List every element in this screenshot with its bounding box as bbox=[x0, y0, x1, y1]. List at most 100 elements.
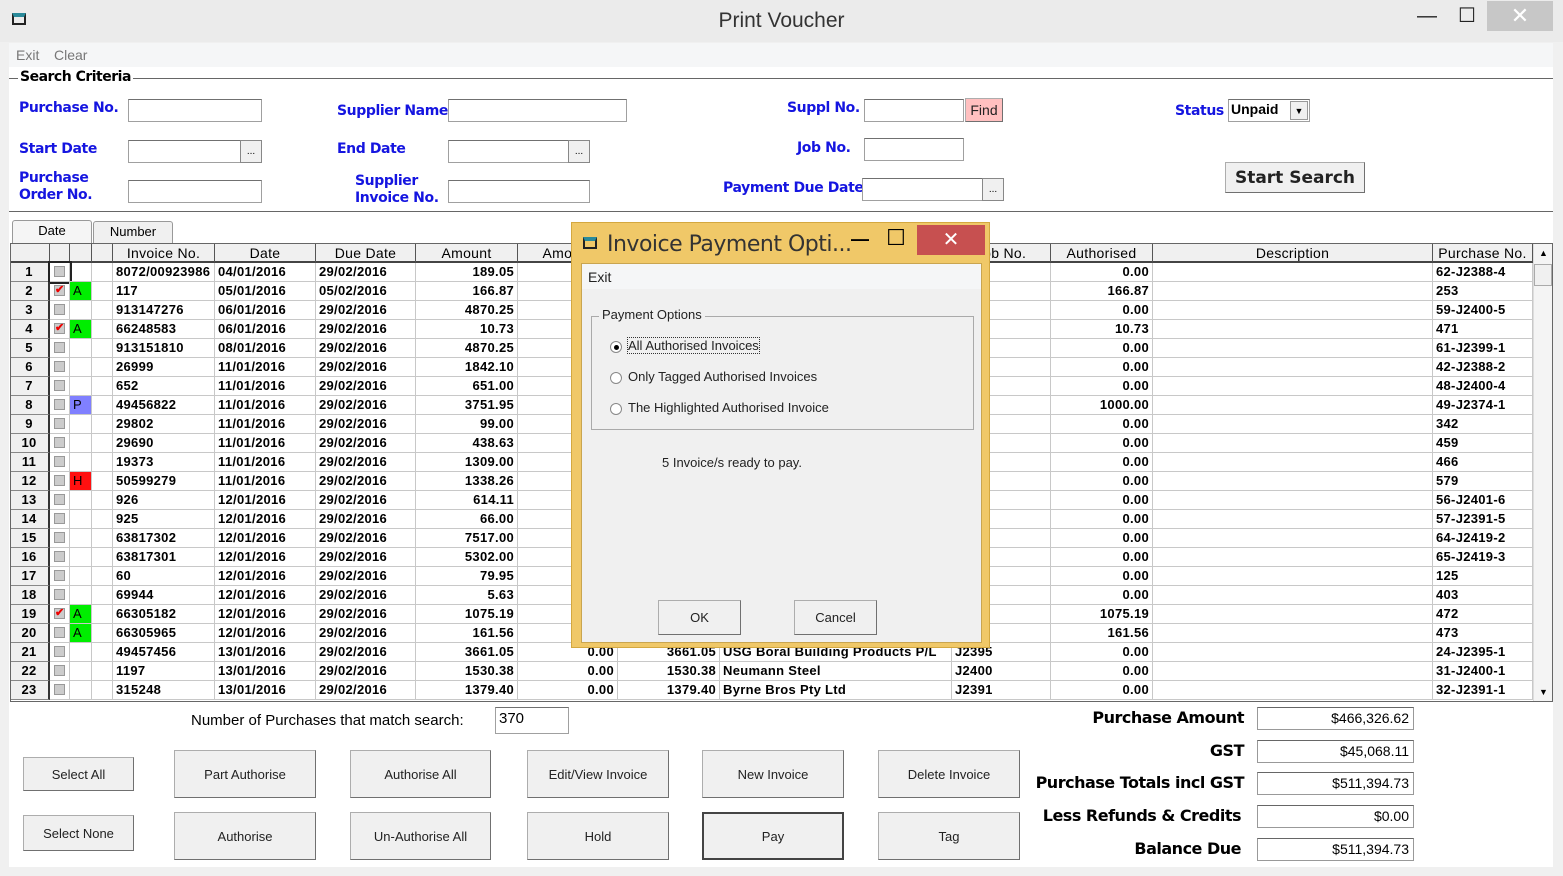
row-number[interactable]: 6 bbox=[11, 358, 50, 377]
grid-cell-inv[interactable]: 8072/00923986 bbox=[113, 263, 215, 282]
grid-cell-desc[interactable] bbox=[1153, 624, 1433, 643]
grid-cell-date[interactable]: 11/01/2016 bbox=[215, 396, 316, 415]
grid-cell-desc[interactable] bbox=[1153, 301, 1433, 320]
grid-cell-a2[interactable]: 0.00 bbox=[518, 681, 618, 700]
grid-cell-desc[interactable] bbox=[1153, 358, 1433, 377]
grid-cell-date[interactable]: 12/01/2016 bbox=[215, 567, 316, 586]
row-number[interactable]: 9 bbox=[11, 415, 50, 434]
grid-cell-inv[interactable]: 913151810 bbox=[113, 339, 215, 358]
grid-cell-inv[interactable]: 49456822 bbox=[113, 396, 215, 415]
row-number[interactable]: 15 bbox=[11, 529, 50, 548]
grid-cell-date[interactable]: 12/01/2016 bbox=[215, 491, 316, 510]
tag-checkbox[interactable] bbox=[54, 665, 65, 676]
grid-cell-desc[interactable] bbox=[1153, 472, 1433, 491]
payment-option-radio[interactable] bbox=[610, 372, 622, 384]
grid-cell-due[interactable]: 29/02/2016 bbox=[316, 453, 416, 472]
menu-clear[interactable]: Clear bbox=[54, 47, 87, 63]
row-number[interactable]: 11 bbox=[11, 453, 50, 472]
grid-cell-amt[interactable]: 1530.38 bbox=[416, 662, 518, 681]
start-search-button[interactable]: Start Search bbox=[1225, 162, 1365, 193]
tag-cell[interactable] bbox=[50, 282, 70, 301]
grid-cell-inv[interactable]: 49457456 bbox=[113, 643, 215, 662]
hold-button[interactable]: Hold bbox=[527, 812, 669, 860]
tag-cell[interactable] bbox=[50, 491, 70, 510]
select-all-button[interactable]: Select All bbox=[23, 757, 134, 791]
grid-cell-amt[interactable]: 5302.00 bbox=[416, 548, 518, 567]
tag-checkbox[interactable] bbox=[54, 605, 65, 622]
grid-cell-desc[interactable] bbox=[1153, 548, 1433, 567]
tag-cell[interactable] bbox=[50, 548, 70, 567]
tag-checkbox[interactable] bbox=[54, 342, 65, 353]
grid-cell-po[interactable]: 32-J2391-1 bbox=[1433, 681, 1533, 700]
tag-checkbox[interactable] bbox=[54, 304, 65, 315]
column-header[interactable]: Date bbox=[215, 244, 316, 263]
grid-cell-amt[interactable]: 1075.19 bbox=[416, 605, 518, 624]
row-number[interactable]: 18 bbox=[11, 586, 50, 605]
grid-cell-inv[interactable]: 60 bbox=[113, 567, 215, 586]
ok-button[interactable]: OK bbox=[658, 600, 741, 635]
dialog-menu-exit[interactable]: Exit bbox=[588, 269, 611, 285]
grid-cell-date[interactable]: 11/01/2016 bbox=[215, 472, 316, 491]
grid-cell-due[interactable]: 29/02/2016 bbox=[316, 586, 416, 605]
grid-cell-inv[interactable]: 63817302 bbox=[113, 529, 215, 548]
grid-cell-inv[interactable]: 1197 bbox=[113, 662, 215, 681]
grid-cell-inv[interactable]: 69944 bbox=[113, 586, 215, 605]
grid-cell-date[interactable]: 11/01/2016 bbox=[215, 453, 316, 472]
grid-cell-auth[interactable]: 0.00 bbox=[1051, 415, 1153, 434]
grid-cell-po[interactable]: 471 bbox=[1433, 320, 1533, 339]
purchase-no-input[interactable] bbox=[128, 99, 262, 122]
column-header[interactable] bbox=[92, 244, 113, 263]
grid-cell-amt[interactable]: 79.95 bbox=[416, 567, 518, 586]
grid-cell-date[interactable]: 12/01/2016 bbox=[215, 510, 316, 529]
grid-cell-amt[interactable]: 3661.05 bbox=[416, 643, 518, 662]
grid-cell-auth[interactable]: 0.00 bbox=[1051, 339, 1153, 358]
row-number[interactable]: 8 bbox=[11, 396, 50, 415]
grid-cell-auth[interactable]: 0.00 bbox=[1051, 491, 1153, 510]
grid-cell-inv[interactable]: 652 bbox=[113, 377, 215, 396]
grid-cell-date[interactable]: 13/01/2016 bbox=[215, 681, 316, 700]
grid-cell-auth[interactable]: 161.56 bbox=[1051, 624, 1153, 643]
row-number[interactable]: 12 bbox=[11, 472, 50, 491]
grid-cell-due[interactable]: 29/02/2016 bbox=[316, 681, 416, 700]
row-number[interactable]: 1 bbox=[11, 263, 50, 282]
grid-cell-auth[interactable]: 0.00 bbox=[1051, 681, 1153, 700]
grid-cell-amt[interactable]: 66.00 bbox=[416, 510, 518, 529]
grid-cell-auth[interactable]: 166.87 bbox=[1051, 282, 1153, 301]
grid-cell-desc[interactable] bbox=[1153, 453, 1433, 472]
grid-cell-inv[interactable]: 26999 bbox=[113, 358, 215, 377]
grid-cell-po[interactable]: 65-J2419-3 bbox=[1433, 548, 1533, 567]
payment-due-date-input[interactable] bbox=[862, 178, 983, 201]
grid-cell-auth[interactable]: 0.00 bbox=[1051, 529, 1153, 548]
supplier-invoice-no-input[interactable] bbox=[448, 180, 590, 203]
grid-cell-desc[interactable] bbox=[1153, 529, 1433, 548]
grid-cell-desc[interactable] bbox=[1153, 681, 1433, 700]
grid-cell-due[interactable]: 05/02/2016 bbox=[316, 282, 416, 301]
grid-cell-date[interactable]: 04/01/2016 bbox=[215, 263, 316, 282]
row-number[interactable]: 21 bbox=[11, 643, 50, 662]
payment-due-date-picker-button[interactable]: ... bbox=[982, 178, 1004, 201]
payment-option-radio[interactable] bbox=[610, 341, 622, 353]
row-number[interactable]: 20 bbox=[11, 624, 50, 643]
job-no-input[interactable] bbox=[864, 138, 964, 161]
grid-cell-due[interactable]: 29/02/2016 bbox=[316, 434, 416, 453]
grid-cell-date[interactable]: 05/01/2016 bbox=[215, 282, 316, 301]
tag-cell[interactable] bbox=[50, 681, 70, 700]
grid-cell-sup[interactable]: Neumann Steel bbox=[720, 662, 952, 681]
grid-cell-auth[interactable]: 0.00 bbox=[1051, 643, 1153, 662]
grid-cell-a2[interactable]: 0.00 bbox=[518, 662, 618, 681]
grid-cell-po[interactable]: 42-J2388-2 bbox=[1433, 358, 1533, 377]
grid-cell-po[interactable]: 31-J2400-1 bbox=[1433, 662, 1533, 681]
row-number[interactable]: 17 bbox=[11, 567, 50, 586]
grid-cell-desc[interactable] bbox=[1153, 491, 1433, 510]
grid-cell-desc[interactable] bbox=[1153, 567, 1433, 586]
tag-checkbox[interactable] bbox=[54, 532, 65, 543]
authorise-button[interactable]: Authorise bbox=[174, 812, 316, 860]
grid-cell-inv[interactable]: 63817301 bbox=[113, 548, 215, 567]
tab-number[interactable]: Number bbox=[93, 221, 173, 243]
grid-cell-desc[interactable] bbox=[1153, 282, 1433, 301]
grid-cell-date[interactable]: 06/01/2016 bbox=[215, 320, 316, 339]
chevron-down-icon[interactable]: ▼ bbox=[1290, 101, 1308, 120]
grid-cell-auth[interactable]: 0.00 bbox=[1051, 548, 1153, 567]
scroll-down-icon[interactable]: ▼ bbox=[1535, 683, 1552, 701]
tag-checkbox[interactable] bbox=[54, 320, 65, 337]
